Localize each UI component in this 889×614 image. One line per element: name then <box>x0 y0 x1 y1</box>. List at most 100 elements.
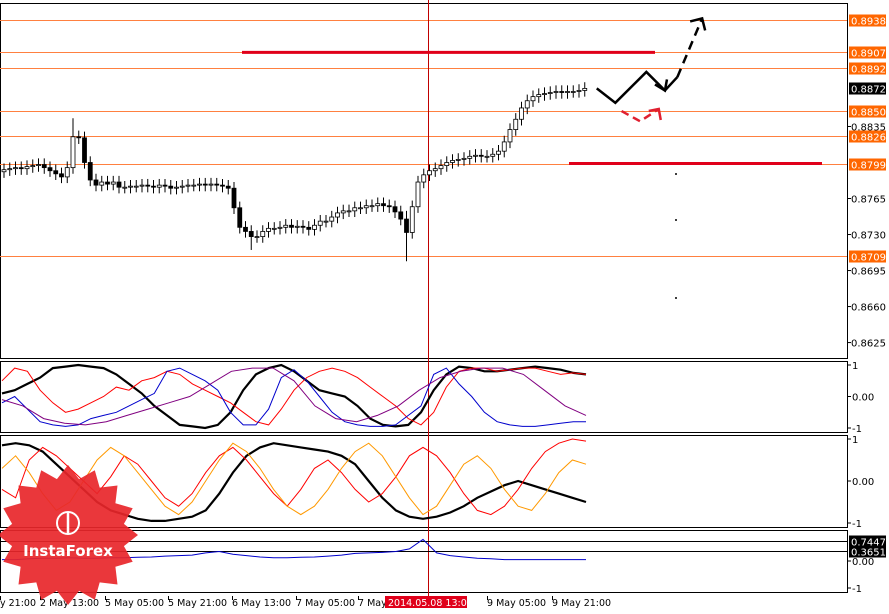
candle-body <box>455 159 461 161</box>
candle-body <box>450 160 455 163</box>
candle-body <box>524 100 530 109</box>
oscillator-1-series-line <box>1 367 586 427</box>
oscillator-1-tick-label: -1 <box>852 424 862 435</box>
candle-body <box>559 91 565 93</box>
y-tick-label: 0.8660 <box>851 303 886 314</box>
candle-body <box>1 169 7 173</box>
candle-body <box>496 150 501 155</box>
chart-dot <box>675 173 677 175</box>
price-level-label: 0.8826 <box>851 133 886 144</box>
candle-body <box>323 220 329 223</box>
current-price-label: 0.8872 <box>851 85 886 96</box>
candle-body <box>294 225 300 228</box>
candle-body <box>375 203 381 207</box>
candle-body <box>553 91 559 93</box>
candle-body <box>64 167 70 178</box>
candle-body <box>461 157 467 160</box>
candle-body <box>214 183 220 186</box>
candle-body <box>369 205 375 208</box>
oscillator-1-tick-label: 0.00 <box>852 393 874 404</box>
candle-body <box>220 184 225 187</box>
candle-body <box>208 183 214 186</box>
candle-body <box>467 155 473 159</box>
candle-body <box>168 185 174 189</box>
x-tick-label: 5 May 21:00 <box>168 598 227 609</box>
candle-body <box>421 174 427 183</box>
candle-body <box>352 207 358 212</box>
candle-body <box>122 186 128 189</box>
candle-body <box>386 205 392 208</box>
candle-body <box>93 179 99 186</box>
x-tick-label: 6 May 13:00 <box>232 598 291 609</box>
price-level-label: 0.8892 <box>851 65 886 76</box>
candle-body <box>519 107 524 120</box>
candle-body <box>478 154 484 157</box>
x-tick-label: y 21:00 <box>0 598 36 609</box>
candle-body <box>133 185 139 188</box>
y-tick-label: 0.8695 <box>851 267 886 278</box>
x-tick-label: 5 May 05:00 <box>105 598 164 609</box>
candle-body <box>565 91 570 93</box>
candle-body <box>277 226 283 229</box>
indicator-3-level-label: 0.3651 <box>851 548 886 559</box>
candle-body <box>300 225 306 228</box>
candle-body <box>237 207 243 228</box>
candle-body <box>179 185 185 188</box>
y-tick-label: 0.8765 <box>851 195 886 206</box>
candle-body <box>243 226 248 232</box>
chart-window: 0.8625 0.8660 0.8695 0.8730 0.8765 0.8835 0.89… <box>0 0 889 610</box>
candle-body <box>47 167 53 172</box>
candle-body <box>30 165 36 168</box>
price-level-label: 0.8799 <box>851 161 886 172</box>
candle-body <box>225 185 231 189</box>
candle-body <box>53 170 59 175</box>
logo-badge <box>0 465 138 605</box>
candle-body <box>36 164 41 166</box>
candle-body <box>438 165 444 170</box>
oscillator-2-tick-label: 0.00 <box>852 477 874 488</box>
candle-body <box>13 167 18 170</box>
time-cursor-label: 2014.05.08 13:00 <box>388 598 473 609</box>
candle-body <box>70 136 76 169</box>
oscillator-2-tick-label: -1 <box>852 519 862 530</box>
candle-body <box>312 224 317 230</box>
candle-body <box>392 206 398 213</box>
oscillator-1-series-line <box>1 363 587 430</box>
indicator-3-tick-label: -1 <box>852 584 862 595</box>
price-level-label: 0.8850 <box>851 108 886 119</box>
candle-body <box>156 184 162 188</box>
candle-body <box>570 91 576 93</box>
candle-body <box>358 207 363 210</box>
chart-dot <box>675 297 677 299</box>
candle-body <box>536 94 542 98</box>
candle-body <box>317 220 323 226</box>
oscillator-2-tick-label: 1 <box>852 435 858 446</box>
candle-body <box>139 184 145 187</box>
candle-body <box>231 187 237 209</box>
candle-body <box>7 168 13 171</box>
candle-body <box>473 154 478 157</box>
candle-body <box>444 162 450 166</box>
candle-body <box>105 181 110 185</box>
candle-body <box>283 224 289 228</box>
candle-body <box>346 210 352 213</box>
candle-body <box>432 168 438 172</box>
candle-body <box>409 206 415 233</box>
candle-body <box>306 226 312 230</box>
candle-body <box>507 129 513 143</box>
candle-body <box>329 216 335 222</box>
candle-body <box>145 184 151 187</box>
candle-body <box>248 231 254 237</box>
candle-body <box>363 205 369 209</box>
candle-body <box>501 141 507 152</box>
candle-body <box>116 181 122 188</box>
candle-body <box>335 212 340 218</box>
candle-body <box>513 118 519 130</box>
y-tick-label: 0.8625 <box>851 339 886 350</box>
price-level-label: 0.8938 <box>851 17 886 28</box>
x-tick-label: 9 May 21:00 <box>552 598 611 609</box>
candle-body <box>427 170 432 176</box>
candle-body <box>76 136 82 139</box>
candle-body <box>530 96 536 102</box>
candle-body <box>415 181 421 208</box>
